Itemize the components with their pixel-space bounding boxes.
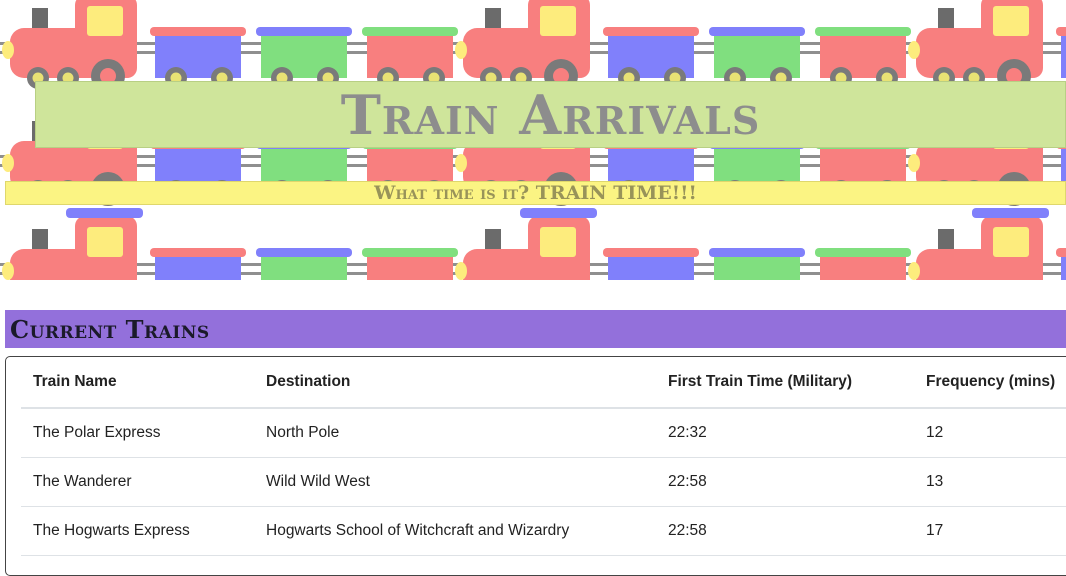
column-header-frequency: Frequency (mins) [914,357,1066,409]
title-box: Train Arrivals [35,81,1066,148]
cell-destination: North Pole [254,408,656,458]
subtitle-box: What time is it? TRAIN TIME!!! [5,181,1066,205]
cell-train-name: The Polar Express [21,408,254,458]
column-header-destination: Destination [254,357,656,409]
cell-destination: Hogwarts School of Witchcraft and Wizard… [254,506,656,556]
cell-frequency: 17 [914,506,1066,556]
train-pattern-banner: Train Arrivals What time is it? TRAIN TI… [0,0,1066,280]
cell-frequency: 12 [914,408,1066,458]
column-header-train-name: Train Name [21,357,254,409]
cell-train-name: The Wanderer [21,457,254,507]
page-title: Train Arrivals [340,82,761,147]
table-row: The Hogwarts Express Hogwarts School of … [21,506,1066,556]
table-row: The Polar Express North Pole 22:32 12 [21,408,1066,458]
trains-table: Train Name Destination First Train Time … [21,357,1066,556]
cell-first-train-time: 22:58 [656,457,914,507]
cell-frequency: 13 [914,457,1066,507]
trains-card: Train Name Destination First Train Time … [5,356,1066,576]
cell-first-train-time: 22:58 [656,506,914,556]
table-row: The Wanderer Wild Wild West 22:58 13 [21,457,1066,507]
section-title: Current Trains [10,314,210,344]
page-subtitle: What time is it? TRAIN TIME!!! [374,182,697,204]
current-trains-header: Current Trains [5,310,1066,348]
table-header-row: Train Name Destination First Train Time … [21,357,1066,409]
cell-destination: Wild Wild West [254,457,656,507]
cell-first-train-time: 22:32 [656,408,914,458]
column-header-first-train-time: First Train Time (Military) [656,357,914,409]
cell-train-name: The Hogwarts Express [21,506,254,556]
